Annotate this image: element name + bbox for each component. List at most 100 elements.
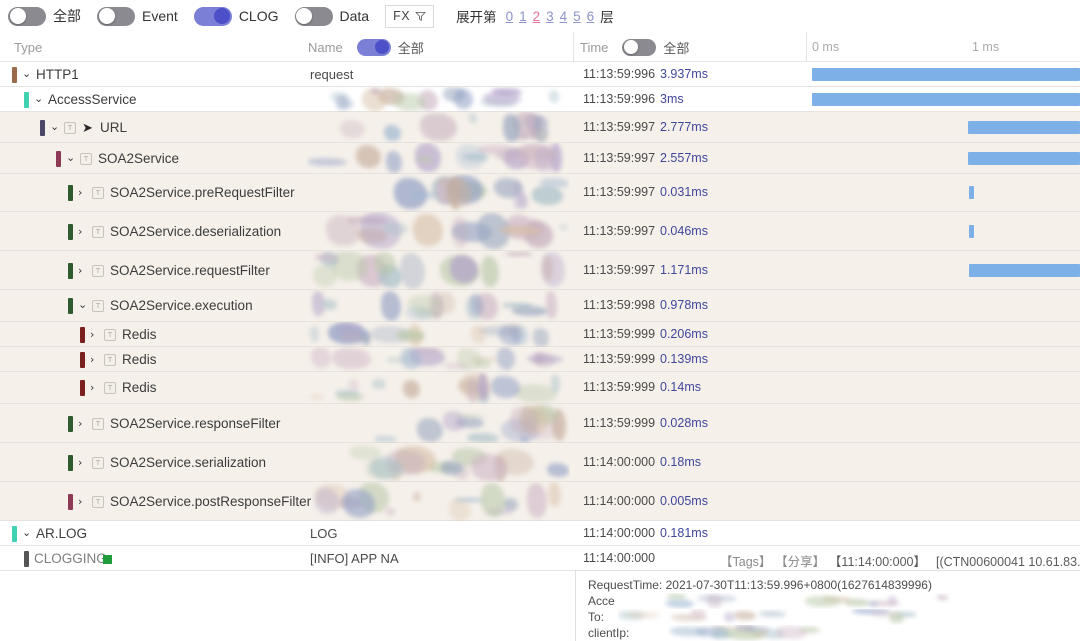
table-row[interactable]: › T Redis 11:13:59:999 0.139ms <box>0 347 1080 372</box>
expand-level-1[interactable]: 1 <box>519 9 527 24</box>
toggle-event[interactable]: Event <box>97 7 178 26</box>
expand-suffix-label: 层 <box>600 6 614 26</box>
timeline-bar[interactable] <box>968 152 1080 165</box>
chevron-down-icon[interactable]: ⌄ <box>50 121 59 132</box>
tick-label: 0 ms <box>812 40 839 54</box>
toggle-all-switch[interactable] <box>8 7 46 26</box>
table-row[interactable]: › T SOA2Service.requestFilter 11:13:59:997 1… <box>0 251 1080 290</box>
row-timestamp: 11:13:59:999 <box>583 352 655 366</box>
fx-filter-button[interactable]: FX <box>385 5 434 28</box>
row-type-label: SOA2Service.execution <box>110 298 253 313</box>
chevron-down-icon[interactable]: ⌄ <box>22 68 31 79</box>
column-header-type: Type <box>14 32 42 62</box>
detail-line-clientip: clientIp: <box>588 625 1080 641</box>
play-arrow-icon: ➤ <box>82 121 93 134</box>
toggle-clog-switch[interactable] <box>194 7 232 26</box>
toggle-clog[interactable]: CLOG <box>194 7 279 26</box>
toggle-knob <box>296 8 312 24</box>
chevron-down-icon[interactable]: ⌄ <box>66 152 75 163</box>
column-header-name: Name 全部 <box>308 32 424 62</box>
table-row[interactable]: ⌄ HTTP1 request 11:13:59:996 3.937ms <box>0 62 1080 87</box>
table-row[interactable]: › T Redis 11:13:59:999 0.14ms <box>0 372 1080 404</box>
chevron-right-icon[interactable]: › <box>90 382 94 393</box>
chevron-right-icon[interactable]: › <box>78 418 82 429</box>
timeline-bar[interactable] <box>812 93 1080 106</box>
time-filter-switch[interactable] <box>622 39 656 56</box>
table-row[interactable]: CLOGGING [INFO] APP NA 11:14:00:000 【Tags】【… <box>0 546 1080 571</box>
detail-line-request-time: RequestTime: 2021-07-30T11:13:59.996+080… <box>588 577 1080 593</box>
table-row[interactable]: › T SOA2Service.responseFilter 11:13:59:999… <box>0 404 1080 443</box>
toggle-data-switch[interactable] <box>295 7 333 26</box>
chevron-right-icon[interactable]: › <box>90 329 94 340</box>
log-timestamp[interactable]: 【11:14:00:000】 <box>835 555 926 569</box>
row-timestamp: 11:13:59:998 <box>583 298 655 312</box>
expand-level-control: 展开第 0 1 2 3 4 5 6 层 <box>456 6 614 26</box>
row-duration: 0.206ms <box>660 327 708 341</box>
row-duration: 0.031ms <box>660 185 708 199</box>
toggle-data[interactable]: Data <box>295 7 370 26</box>
row-timestamp: 11:13:59:999 <box>583 327 655 341</box>
timeline-bar[interactable] <box>969 264 1080 277</box>
expand-level-0[interactable]: 0 <box>506 9 514 24</box>
row-type-label: SOA2Service.responseFilter <box>110 416 280 431</box>
timeline-bar[interactable] <box>969 186 974 199</box>
table-row[interactable]: › T SOA2Service.deserialization 11:13:59:99… <box>0 212 1080 251</box>
row-color-bar <box>80 380 85 396</box>
trace-viewer-app: 全部 Event CLOG Data FX 展开第 0 1 2 3 4 5 6 … <box>0 0 1080 641</box>
table-row[interactable]: › T Redis 11:13:59:999 0.206ms <box>0 322 1080 347</box>
table-row[interactable]: ⌄ T SOA2Service.execution 11:13:59:998 0.978… <box>0 290 1080 322</box>
detail-key: RequestTime: <box>588 578 662 592</box>
chevron-down-icon[interactable]: ⌄ <box>22 527 31 538</box>
toggle-all[interactable]: 全部 <box>8 6 81 26</box>
chevron-right-icon[interactable]: › <box>78 187 82 198</box>
log-entry-text[interactable]: [(CTN00600041 10.61.83.47) - 1 <box>936 555 1080 569</box>
table-row[interactable]: ⌄ T ➤ URL 11:13:59:997 2.777ms <box>0 112 1080 143</box>
row-color-bar <box>12 526 17 542</box>
timeline-tick-1: 1 ms <box>972 32 999 62</box>
detail-panel: RequestTime: 2021-07-30T11:13:59.996+080… <box>575 570 1080 641</box>
detail-key: Acce <box>588 594 615 608</box>
name-column-label: Name <box>308 40 343 55</box>
chevron-right-icon[interactable]: › <box>78 265 82 276</box>
redacted-name-content <box>305 372 570 404</box>
row-timestamp: 11:13:59:997 <box>583 151 655 165</box>
table-row[interactable]: › T SOA2Service.serialization 11:14:00:000 0… <box>0 443 1080 482</box>
log-entry-tags[interactable]: 【Tags】 【分享】 【11:14:00:000】 [(CTN00600041 10… <box>720 551 1080 570</box>
timeline-bar[interactable] <box>968 121 1080 134</box>
table-row[interactable]: › T SOA2Service.preRequestFilter 11:13:59:9… <box>0 174 1080 212</box>
table-row[interactable]: ⌄ T SOA2Service 11:13:59:997 2.557ms <box>0 143 1080 174</box>
span-type-icon: T <box>92 418 104 430</box>
row-color-bar <box>68 263 73 279</box>
toggle-event-switch[interactable] <box>97 7 135 26</box>
row-type-label: AccessService <box>48 92 137 107</box>
span-type-icon: T <box>92 226 104 238</box>
chevron-down-icon[interactable]: ⌄ <box>34 93 43 104</box>
redacted-name-content <box>305 212 570 251</box>
table-row[interactable]: ⌄ AccessService 11:13:59:996 3ms <box>0 87 1080 112</box>
expand-level-2[interactable]: 2 <box>533 9 541 24</box>
expand-level-5[interactable]: 5 <box>573 9 581 24</box>
expand-level-3[interactable]: 3 <box>546 9 554 24</box>
name-filter-switch[interactable] <box>357 39 391 56</box>
row-duration: 0.181ms <box>660 526 708 540</box>
toggle-event-label: Event <box>142 8 178 24</box>
timeline-bar[interactable] <box>969 225 974 238</box>
expand-level-4[interactable]: 4 <box>560 9 568 24</box>
log-share-button[interactable]: 【分享】 <box>781 555 825 569</box>
row-color-bar <box>68 416 73 432</box>
row-color-bar <box>68 224 73 240</box>
row-timestamp: 11:13:59:999 <box>583 416 655 430</box>
chevron-right-icon[interactable]: › <box>90 354 94 365</box>
chevron-right-icon[interactable]: › <box>78 226 82 237</box>
log-tags-button[interactable]: 【Tags】 <box>720 555 771 569</box>
row-type-label: CLOGGING <box>34 551 107 566</box>
chevron-right-icon[interactable]: › <box>78 457 82 468</box>
table-row[interactable]: › T SOA2Service.postResponseFilter 11:14:00… <box>0 482 1080 521</box>
expand-level-6[interactable]: 6 <box>587 9 595 24</box>
row-color-bar <box>68 455 73 471</box>
timeline-bar[interactable] <box>812 68 1080 81</box>
toolbar: 全部 Event CLOG Data FX 展开第 0 1 2 3 4 5 6 … <box>0 0 1080 32</box>
table-row[interactable]: ⌄ AR.LOG LOG 11:14:00:000 0.181ms <box>0 521 1080 546</box>
chevron-down-icon[interactable]: ⌄ <box>78 299 87 310</box>
chevron-right-icon[interactable]: › <box>78 496 82 507</box>
